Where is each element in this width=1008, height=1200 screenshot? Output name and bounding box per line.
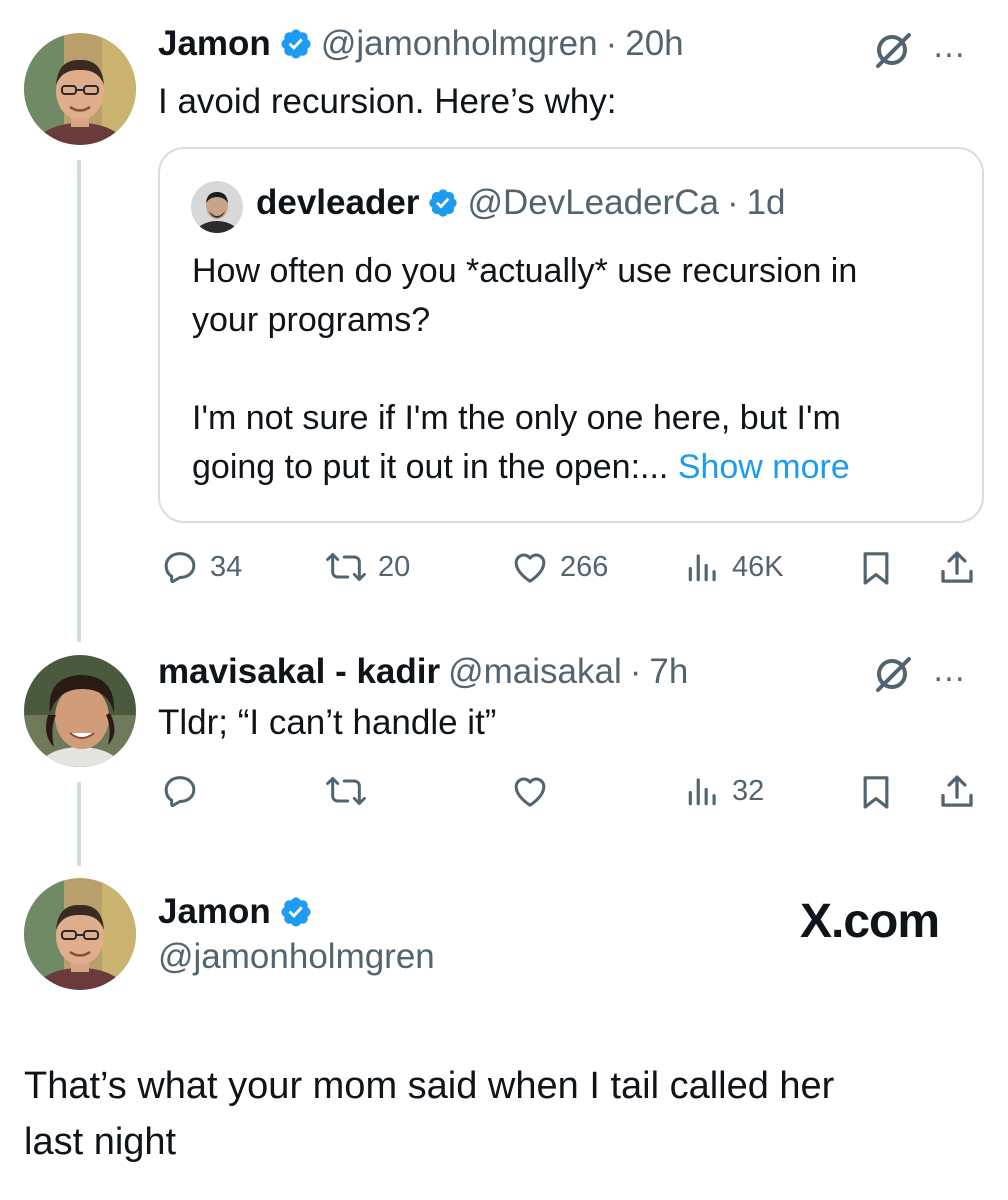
repost-button[interactable]: 20	[324, 547, 410, 587]
views-button[interactable]: 46K	[684, 547, 784, 587]
like-icon	[510, 771, 550, 811]
quote-line: How often do you *actually* use recursio…	[192, 252, 858, 290]
grok-icon[interactable]	[872, 653, 914, 700]
card-header: Jamon	[158, 892, 313, 932]
avatar-mavisakal[interactable]	[24, 655, 136, 767]
avatar-devleader[interactable]	[191, 181, 243, 233]
separator-dot: ·	[726, 183, 739, 222]
quote-line-text: going to put it out in the open:...	[192, 448, 669, 486]
avatar-jamon[interactable]	[24, 33, 136, 145]
author-handle[interactable]: @jamonholmgren	[158, 937, 435, 977]
views-count: 32	[732, 774, 765, 807]
share-button[interactable]	[936, 547, 978, 589]
share-button[interactable]	[936, 771, 978, 813]
separator-dot: ·	[629, 652, 642, 691]
x-com-logo: X.com	[800, 895, 940, 948]
thread-line	[77, 160, 81, 642]
bookmark-button[interactable]	[856, 547, 896, 589]
repost-icon	[324, 771, 368, 811]
timestamp[interactable]: 7h	[649, 652, 688, 692]
tweet-text: I avoid recursion. Here’s why:	[158, 82, 617, 121]
share-icon	[936, 547, 978, 589]
show-more-link[interactable]: Show more	[678, 448, 850, 486]
quote-line: your programs?	[192, 301, 431, 339]
card-text-line: That’s what your mom said when I tail ca…	[24, 1065, 835, 1107]
like-button[interactable]	[510, 771, 550, 811]
bookmark-button[interactable]	[856, 771, 896, 813]
quote-author-handle[interactable]: @DevLeaderCa	[467, 183, 719, 223]
separator-dot: ·	[605, 24, 618, 63]
verified-badge-icon	[279, 27, 313, 61]
reply-icon	[160, 771, 200, 811]
thread-line	[77, 782, 81, 866]
quote-author-name[interactable]: devleader	[256, 183, 419, 223]
quote-text-continued: I'm not sure if I'm the only one here, b…	[192, 394, 850, 492]
tweet2-header: mavisakal - kadir @maisakal · 7h	[158, 652, 688, 692]
card-text-line: last night	[24, 1121, 177, 1163]
bookmark-icon	[856, 547, 896, 589]
tweet1-header: Jamon @jamonholmgren · 20h	[158, 24, 684, 64]
author-name[interactable]: Jamon	[158, 24, 271, 64]
repost-icon	[324, 547, 368, 587]
quoted-tweet-card[interactable]: devleader @DevLeaderCa · 1d How often do…	[158, 147, 984, 523]
quote-line-final: going to put it out in the open:... Show…	[192, 443, 850, 492]
like-count: 266	[560, 550, 609, 583]
views-count: 46K	[732, 550, 784, 583]
quote-line: I'm not sure if I'm the only one here, b…	[192, 399, 841, 437]
author-name[interactable]: Jamon	[158, 892, 271, 932]
repost-count: 20	[378, 550, 411, 583]
avatar-jamon[interactable]	[24, 878, 136, 990]
author-handle[interactable]: @maisakal	[448, 652, 622, 692]
quote-text: How often do you *actually* use recursio…	[192, 247, 857, 394]
views-button[interactable]: 32	[684, 771, 764, 811]
share-icon	[936, 771, 978, 813]
quote-timestamp[interactable]: 1d	[747, 183, 786, 223]
reply-button[interactable]: 34	[160, 547, 242, 587]
author-handle[interactable]: @jamonholmgren	[321, 24, 598, 64]
card-text: That’s what your mom said when I tail ca…	[24, 1058, 834, 1170]
more-icon[interactable]: …	[932, 651, 966, 690]
tweet-text: Tldr; “I can’t handle it”	[158, 703, 497, 742]
repost-button[interactable]	[324, 771, 368, 811]
verified-badge-icon	[279, 895, 313, 929]
bookmark-icon	[856, 771, 896, 813]
reply-icon	[160, 547, 200, 587]
views-icon	[684, 547, 722, 587]
more-icon[interactable]: …	[932, 27, 966, 66]
like-button[interactable]: 266	[510, 547, 608, 587]
quote-header: devleader @DevLeaderCa · 1d	[256, 183, 786, 223]
views-icon	[684, 771, 722, 811]
reply-count: 34	[210, 550, 243, 583]
timestamp[interactable]: 20h	[625, 24, 683, 64]
reply-button[interactable]	[160, 771, 200, 811]
like-icon	[510, 547, 550, 587]
verified-badge-icon	[427, 187, 459, 219]
author-name[interactable]: mavisakal - kadir	[158, 652, 440, 692]
grok-icon[interactable]	[872, 29, 914, 76]
